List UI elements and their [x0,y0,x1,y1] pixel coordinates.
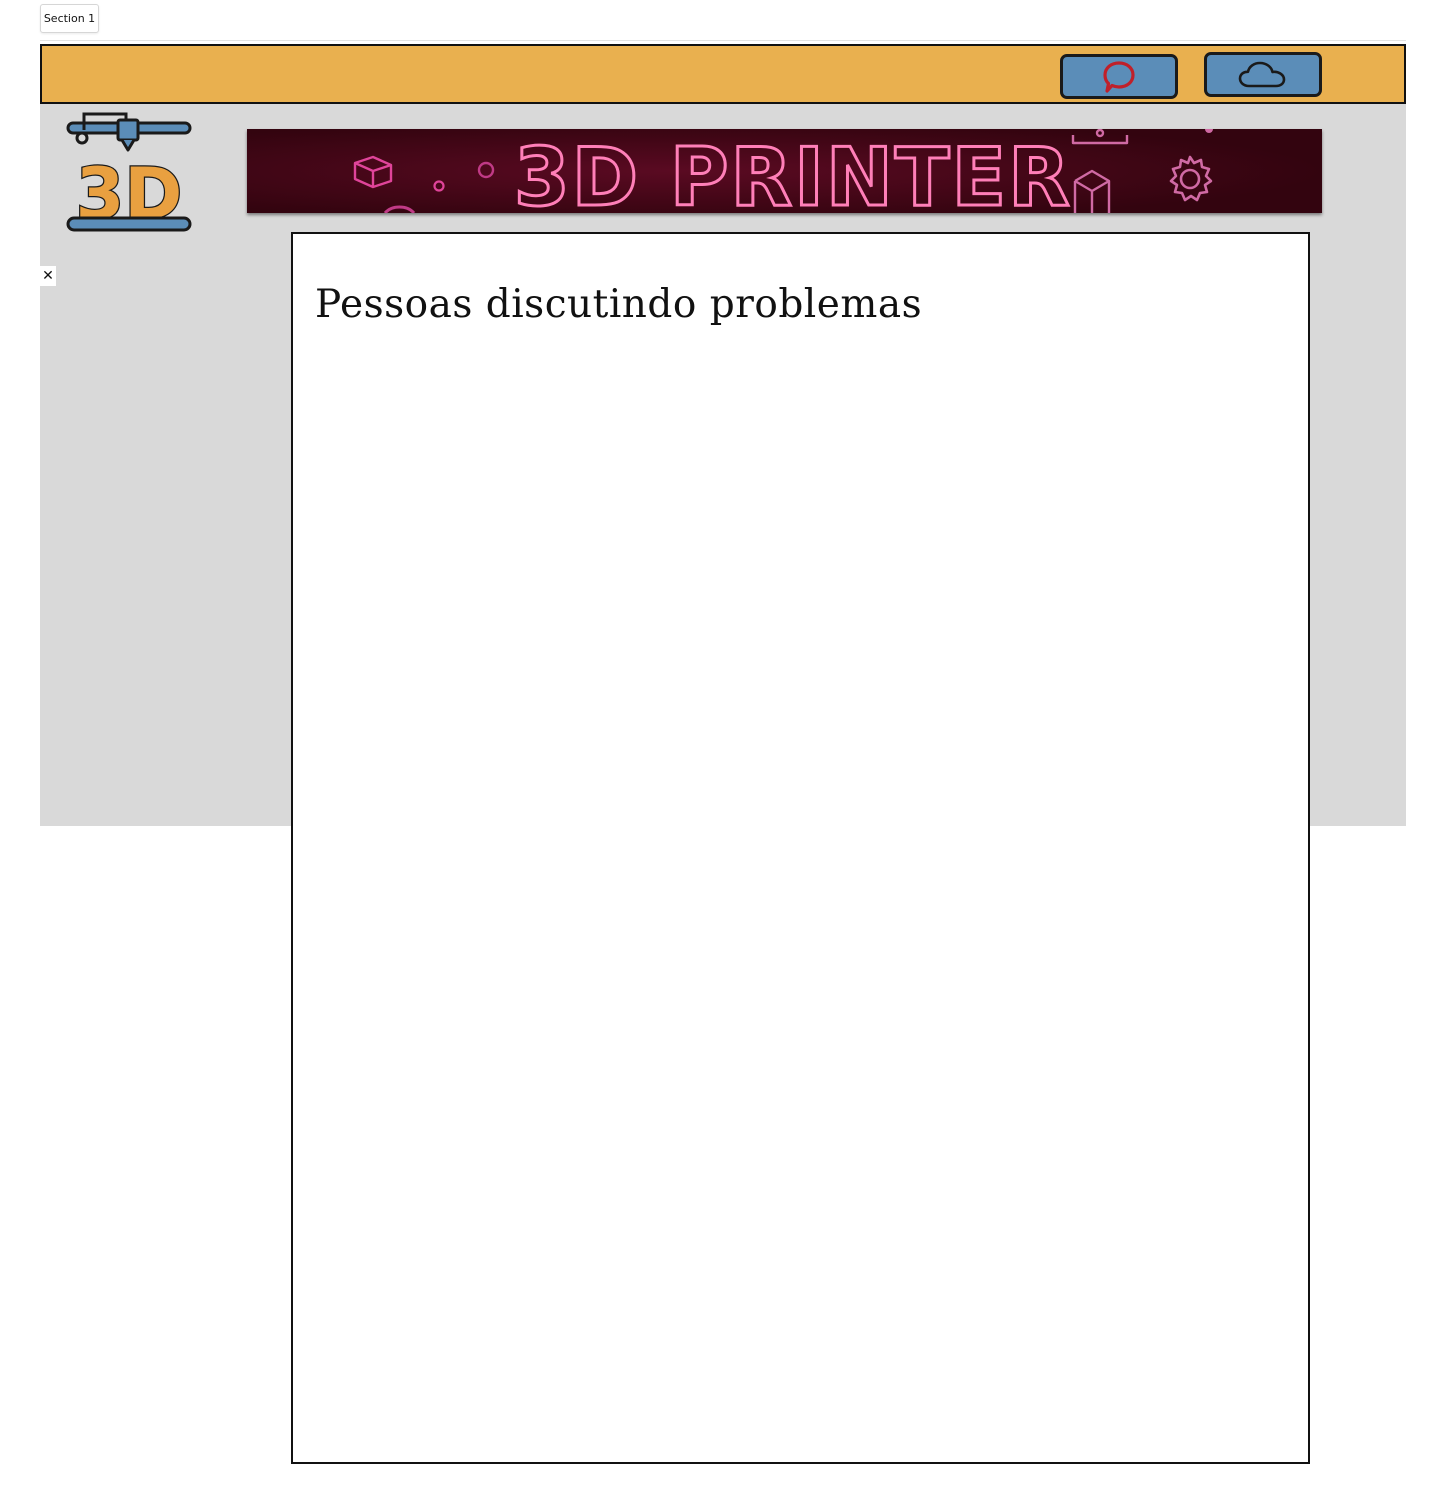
close-icon: ✕ [42,268,54,284]
cloud-icon [1238,61,1286,87]
discussion-panel: Pessoas discutindo problemas [291,232,1310,1464]
banner: 3D PRINTER [247,129,1322,213]
panel-title: Pessoas discutindo problemas [315,282,923,327]
tab-divider [40,40,1406,41]
cloud-button[interactable] [1204,52,1322,97]
3d-printer-logo-icon: 3D [64,108,194,236]
close-button[interactable]: ✕ [40,266,56,286]
chat-bubble-icon [1103,60,1135,93]
section-tab[interactable]: Section 1 [40,4,99,33]
section-tab-label: Section 1 [43,12,96,25]
banner-title: 3D PRINTER [514,131,1072,213]
chat-button[interactable] [1060,54,1178,99]
top-bar [40,44,1406,104]
